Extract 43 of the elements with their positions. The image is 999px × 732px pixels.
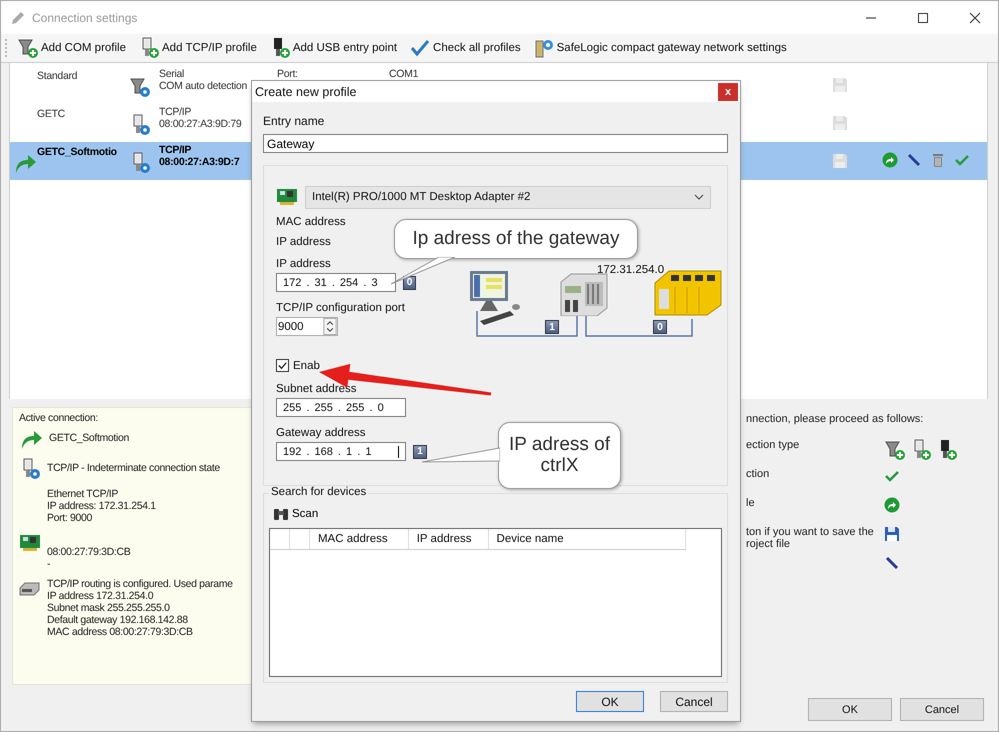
port-badge: 1 (545, 320, 559, 334)
port-label: Port: (277, 68, 299, 80)
field-label: IP address (276, 258, 332, 270)
field-label: Subnet address (276, 383, 358, 395)
adapter-detail: 08:00:27:79:3D:CB (47, 546, 130, 558)
port-badge: 0 (653, 320, 667, 334)
port-value: COM1 (389, 68, 420, 80)
dialog-title: Create new profile (255, 84, 356, 98)
instruction-text: ton if you want to save the (746, 526, 875, 538)
connection-detail: Port: 9000 (47, 512, 93, 524)
instruction-text: roject file (746, 538, 792, 550)
connection-detail: 08:00:27:A3:9D:7 (159, 156, 240, 168)
routing-detail: IP address 172.31.254.0 (47, 590, 154, 602)
connection-type: TCP/IP (159, 106, 192, 118)
field-label: Gateway address (276, 427, 366, 439)
field-label: TCP/IP configuration port (276, 302, 406, 314)
connection-state: TCP/IP - Indeterminate connection state (47, 461, 220, 474)
instructions-heading: nnection, please proceed as follows: (746, 413, 924, 425)
connection-detail: IP address: 172.31.254.1 (47, 500, 156, 512)
callout-bubble: IP adress of ctrlX (498, 422, 621, 489)
profile-name: GETC (37, 107, 66, 120)
adapter-detail: - (47, 558, 52, 570)
field-label: IP address (276, 236, 332, 248)
field-label: Entry name (263, 114, 326, 128)
group-title: Search for devices (269, 486, 368, 498)
panel-heading: Active connection: (19, 412, 99, 424)
checkbox-label: Enab (293, 360, 320, 372)
profile-name: GETC_Softmotio (37, 145, 118, 158)
connection-detail: Ethernet TCP/IP (47, 488, 120, 500)
port-badge: 1 (413, 444, 427, 458)
routing-detail: Subnet mask 255.255.255.0 (47, 602, 171, 614)
network-address: 172.31.254.0 (597, 264, 664, 276)
connection-name: GETC_Softmotion (49, 431, 129, 444)
routing-detail: Default gateway 192.168.142.88 (47, 614, 189, 626)
window-title: Connection settings (32, 10, 138, 24)
instruction-text: ction (746, 468, 770, 480)
connection-type: Serial (159, 68, 186, 80)
instruction-text: le (746, 497, 756, 509)
routing-detail: TCP/IP routing is configured. Used parame (47, 578, 233, 590)
profile-name: Standard (37, 69, 78, 82)
routing-detail: MAC address 08:00:27:79:3D:CB (47, 626, 194, 638)
instruction-text: ection type (746, 439, 800, 451)
field-label: MAC address (276, 216, 347, 228)
